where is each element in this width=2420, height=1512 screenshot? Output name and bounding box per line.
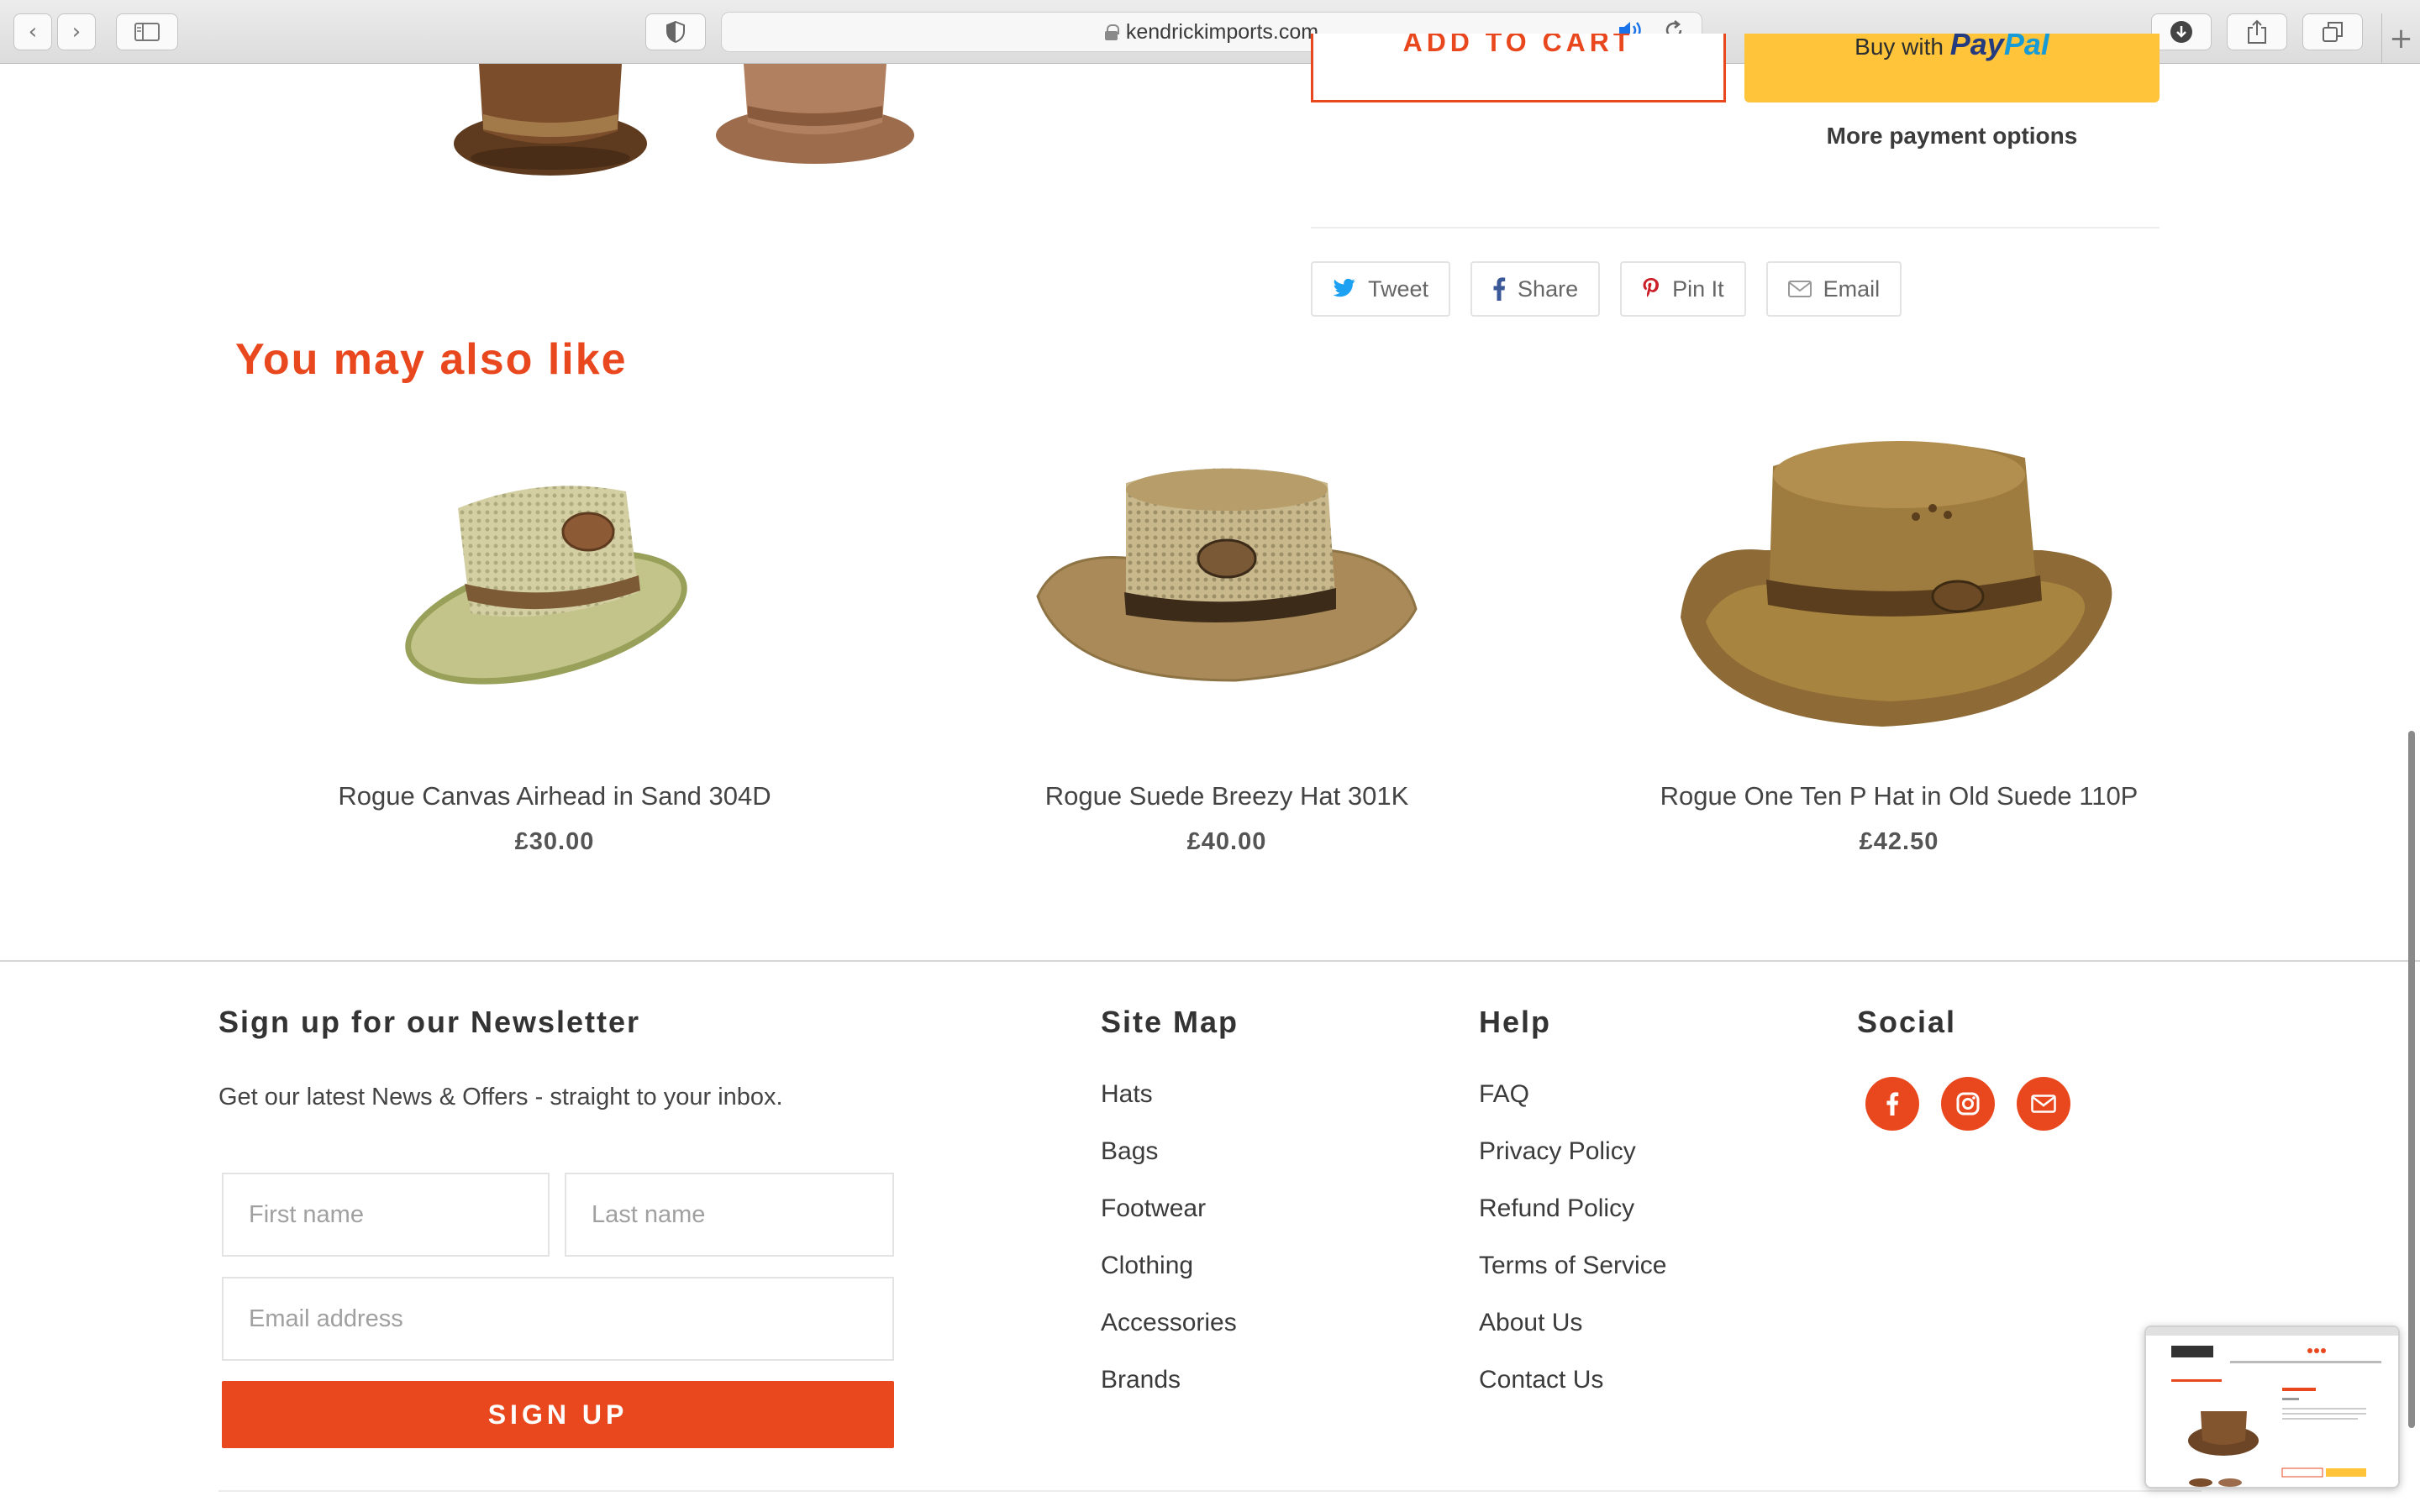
last-name-field[interactable]	[565, 1173, 894, 1257]
email-link[interactable]	[2017, 1077, 2070, 1131]
lock-icon	[1104, 24, 1119, 40]
product-image[interactable]	[302, 412, 807, 756]
site-map-heading: Site Map	[1101, 1005, 1239, 1039]
share-label: Share	[1518, 276, 1579, 302]
footer-link-privacy-policy[interactable]: Privacy Policy	[1479, 1132, 1666, 1189]
email-field[interactable]	[222, 1277, 894, 1361]
new-tab-button[interactable]: +	[2381, 13, 2420, 64]
product-image[interactable]	[1647, 412, 2151, 756]
downloads-button[interactable]	[2151, 13, 2212, 50]
twitter-icon	[1333, 279, 1355, 297]
newsletter-description: Get our latest News & Offers - straight …	[218, 1084, 783, 1110]
related-product-card[interactable]: Rogue Suede Breezy Hat 301K £40.00	[975, 412, 1479, 856]
help-heading: Help	[1479, 1005, 1552, 1039]
one-ten-p-hat-image	[1681, 441, 2112, 727]
screenshot-preview-thumbnail[interactable]	[2144, 1326, 2400, 1488]
share-icon	[2248, 19, 2266, 44]
share-buttons: Tweet Share Pin It Email	[1311, 261, 1902, 317]
download-icon	[2170, 21, 2192, 43]
product-name[interactable]: Rogue One Ten P Hat in Old Suede 110P	[1647, 781, 2151, 811]
plus-icon: +	[2389, 22, 2413, 55]
pinterest-icon	[1643, 278, 1660, 297]
facebook-share-button[interactable]: Share	[1470, 261, 1601, 317]
suede-breezy-hat-image	[1036, 468, 1418, 682]
product-price: £40.00	[1186, 828, 1267, 855]
product-thumbnail-1[interactable]	[445, 64, 664, 181]
email-share-button[interactable]: Email	[1765, 261, 1902, 317]
social-heading: Social	[1857, 1005, 1957, 1039]
footer-link-refund-policy[interactable]: Refund Policy	[1479, 1189, 1666, 1247]
shield-icon	[666, 21, 685, 43]
back-icon: ‹	[28, 19, 38, 45]
more-payment-options-link[interactable]: More payment options	[1744, 123, 2160, 150]
footer-divider	[0, 960, 2420, 962]
facebook-link[interactable]	[1865, 1077, 1919, 1131]
product-image[interactable]	[975, 412, 1479, 756]
page-preview-image	[2146, 1327, 2398, 1487]
footer-link-brands[interactable]: Brands	[1101, 1361, 1237, 1418]
tweet-label: Tweet	[1368, 276, 1429, 302]
paypal-logo: PayPal	[1949, 34, 2049, 61]
paypal-prefix: Buy with	[1854, 34, 1944, 60]
footer-link-terms-of-service[interactable]: Terms of Service	[1479, 1247, 1666, 1304]
footer-link-clothing[interactable]: Clothing	[1101, 1247, 1237, 1304]
footer-link-accessories[interactable]: Accessories	[1101, 1304, 1237, 1361]
newsletter-heading: Sign up for our Newsletter	[218, 1005, 641, 1039]
page-scrollbar[interactable]	[2408, 731, 2415, 1428]
instagram-link[interactable]	[1941, 1077, 1995, 1131]
site-map-list: Hats Bags Footwear Clothing Accessories …	[1101, 1075, 1237, 1418]
product-thumbnail-2[interactable]	[706, 64, 924, 173]
canvas-airhead-hat-image	[405, 486, 687, 685]
product-price: £30.00	[514, 828, 595, 855]
pin-label: Pin It	[1672, 276, 1724, 302]
url-text: kendrickimports.com	[1125, 19, 1319, 44]
add-to-cart-button[interactable]: ADD TO CART	[1311, 34, 1726, 102]
privacy-report-button[interactable]	[645, 13, 706, 50]
facebook-icon	[1493, 277, 1506, 301]
back-button[interactable]: ‹	[13, 13, 52, 50]
footer-link-faq[interactable]: FAQ	[1479, 1075, 1666, 1132]
share-page-button[interactable]	[2227, 13, 2287, 50]
footer-link-hats[interactable]: Hats	[1101, 1075, 1237, 1132]
product-name[interactable]: Rogue Canvas Airhead in Sand 304D	[302, 781, 807, 811]
sidebar-toggle-button[interactable]	[116, 13, 178, 50]
footer-link-contact-us[interactable]: Contact Us	[1479, 1361, 1666, 1418]
tweet-button[interactable]: Tweet	[1311, 261, 1451, 317]
sidebar-icon	[134, 23, 160, 41]
footer-bottom-divider	[218, 1490, 2202, 1492]
tab-overview-button[interactable]	[2302, 13, 2363, 50]
product-name[interactable]: Rogue Suede Breezy Hat 301K	[975, 781, 1479, 811]
email-label: Email	[1823, 276, 1881, 302]
footer-link-bags[interactable]: Bags	[1101, 1132, 1237, 1189]
forward-button[interactable]: ›	[57, 13, 96, 50]
help-list: FAQ Privacy Policy Refund Policy Terms o…	[1479, 1075, 1666, 1418]
first-name-field[interactable]	[222, 1173, 550, 1257]
forward-icon: ›	[71, 19, 82, 45]
divider	[1311, 227, 2160, 228]
email-icon	[2031, 1095, 2056, 1113]
sign-up-button[interactable]: SIGN UP	[222, 1381, 894, 1448]
related-products-heading: You may also like	[235, 335, 628, 384]
instagram-icon	[1956, 1092, 1980, 1116]
related-product-card[interactable]: Rogue Canvas Airhead in Sand 304D £30.00	[302, 412, 807, 856]
related-product-card[interactable]: Rogue One Ten P Hat in Old Suede 110P £4…	[1647, 412, 2151, 856]
tabs-icon	[2323, 22, 2343, 42]
pin-it-button[interactable]: Pin It	[1620, 261, 1746, 317]
product-price: £42.50	[1859, 828, 1939, 855]
paypal-button[interactable]: Buy with PayPal	[1744, 34, 2160, 102]
mail-icon	[1787, 281, 1812, 297]
footer-link-about-us[interactable]: About Us	[1479, 1304, 1666, 1361]
social-links	[1865, 1077, 2070, 1131]
footer-link-footwear[interactable]: Footwear	[1101, 1189, 1237, 1247]
facebook-icon	[1886, 1092, 1899, 1116]
